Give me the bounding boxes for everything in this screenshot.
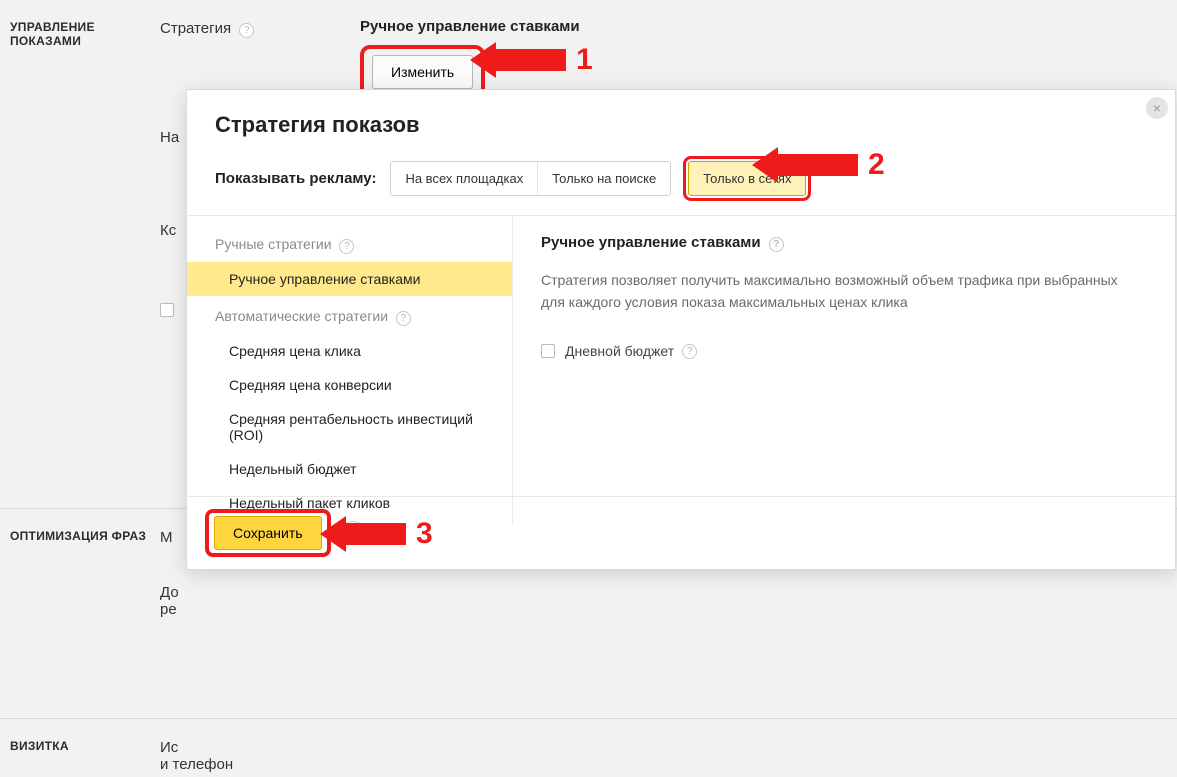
group-label: Автоматические стратегии <box>215 308 388 324</box>
help-icon[interactable]: ? <box>239 23 254 38</box>
show-ads-label: Показывать рекламу: <box>215 170 376 187</box>
daily-budget-row: Дневной бюджет ? <box>541 343 1145 359</box>
segment-all-placements[interactable]: На всех площадках <box>391 162 538 195</box>
auto-strategies-group: Автоматические стратегии ? <box>187 306 512 334</box>
daily-budget-label: Дневной бюджет <box>565 343 674 359</box>
strategy-option-roi[interactable]: Средняя рентабельность инвестиций (ROI) <box>187 402 512 452</box>
placement-segmented-control: На всех площадках Только на поиске <box>390 161 671 196</box>
detail-description: Стратегия позволяет получить максимально… <box>541 270 1145 313</box>
cancel-icon[interactable] <box>341 521 365 545</box>
annotation-highlight-2: Только в сетях <box>683 156 811 201</box>
strategy-list-panel: Ручные стратегии ? Ручное управление ста… <box>187 216 513 525</box>
strategy-detail-panel: Ручное управление ставками ? Стратегия п… <box>513 216 1175 525</box>
strategy-label-text: Стратегия <box>160 20 231 37</box>
dialog-title: Стратегия показов <box>215 112 1147 138</box>
save-button[interactable]: Сохранить <box>214 516 322 550</box>
detail-title: Ручное управление ставками <box>541 234 761 251</box>
strategy-dialog: × Стратегия показов Показывать рекламу: … <box>186 89 1176 570</box>
help-icon[interactable]: ? <box>339 239 354 254</box>
section-heading: ВИЗИТКА <box>10 737 160 753</box>
help-icon[interactable]: ? <box>682 344 697 359</box>
change-button[interactable]: Изменить <box>372 55 473 89</box>
close-icon[interactable]: × <box>1146 97 1168 119</box>
strategy-label: Стратегия ? <box>160 18 360 38</box>
background-checkbox[interactable] <box>160 303 174 317</box>
strategy-option-avg-cpc[interactable]: Средняя цена клика <box>187 334 512 368</box>
daily-budget-checkbox[interactable] <box>541 344 555 358</box>
annotation-highlight-3: Сохранить <box>205 509 331 557</box>
group-label: Ручные стратегии <box>215 236 332 252</box>
strategy-option-weekly-budget[interactable]: Недельный бюджет <box>187 452 512 486</box>
manual-strategies-group: Ручные стратегии ? <box>187 234 512 262</box>
truncated-label: и телефон <box>160 756 360 773</box>
section-vcard: ВИЗИТКА Ис и телефон <box>0 719 1177 777</box>
section-heading: УПРАВЛЕНИЕ ПОКАЗАМИ <box>10 18 160 48</box>
truncated-label: ре <box>160 601 360 618</box>
strategy-option-avg-cpa[interactable]: Средняя цена конверсии <box>187 368 512 402</box>
segment-search-only[interactable]: Только на поиске <box>538 162 670 195</box>
help-icon[interactable]: ? <box>396 311 411 326</box>
strategy-option-manual[interactable]: Ручное управление ставками <box>187 262 512 296</box>
dialog-footer: Сохранить <box>187 496 1175 569</box>
section-heading: ОПТИМИЗАЦИЯ ФРАЗ <box>10 527 160 543</box>
truncated-label: До <box>160 584 360 601</box>
strategy-current-value: Ручное управление ставками <box>360 18 1167 35</box>
truncated-label: Ис <box>160 739 360 756</box>
segment-networks-only[interactable]: Только в сетях <box>688 161 806 196</box>
help-icon[interactable]: ? <box>769 237 784 252</box>
